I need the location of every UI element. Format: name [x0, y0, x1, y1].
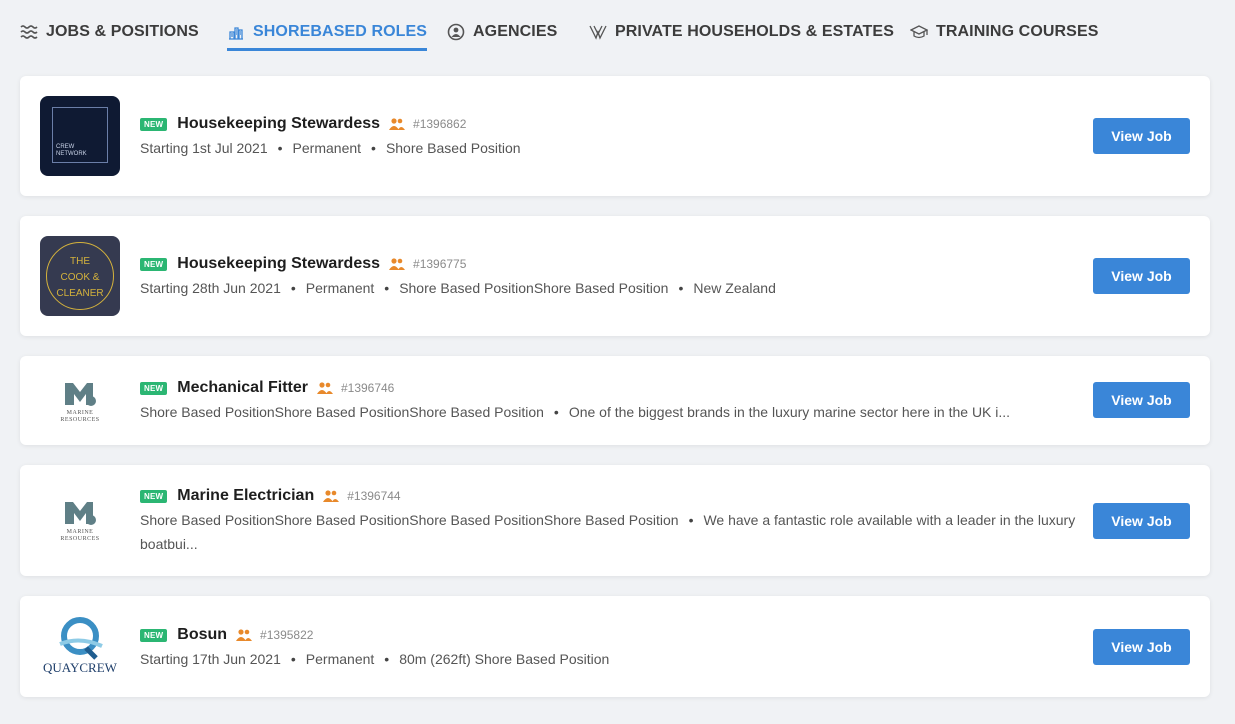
logo-text: COOK & — [60, 272, 100, 283]
logo-text: RESOURCES — [60, 536, 100, 542]
job-title[interactable]: Housekeeping Stewardess — [177, 255, 380, 273]
job-title[interactable]: Marine Electrician — [177, 487, 314, 505]
meta-start-date: Starting 17th Jun 2021 — [140, 651, 281, 667]
meta-contract-type: Permanent — [305, 280, 375, 296]
tab-shorebased-roles[interactable]: SHOREBASED ROLES — [227, 21, 428, 51]
new-badge: NEW — [140, 381, 168, 395]
job-info: NEW Mechanical Fitter #1396746 Shore Bas… — [140, 377, 1010, 424]
meta-position-type: Shore Based PositionShore Based Position… — [140, 512, 679, 528]
logo-text: NETWORK — [56, 151, 87, 157]
people-icon — [389, 118, 406, 130]
meta-contract-type: Permanent — [292, 140, 362, 156]
job-info: NEW Housekeeping Stewardess #1396862 Sta… — [140, 113, 521, 160]
meta-contract-type: Permanent — [305, 651, 375, 667]
company-logo-marine-resources: MARINE RESOURCES — [40, 480, 120, 560]
building-icon — [229, 27, 243, 40]
waves-icon — [20, 25, 38, 39]
job-card[interactable]: QUAYCREW NEW Bosun #1395822 Starting 17t… — [20, 596, 1210, 697]
tab-agencies[interactable]: AGENCIES — [447, 21, 557, 51]
job-meta: Starting 1st Jul 2021 • Permanent • Shore Ba… — [140, 140, 521, 156]
logo-text: CREW — [56, 144, 75, 150]
job-meta: Starting 17th Jun 2021 • Permanent • 80m (26… — [140, 651, 610, 667]
tab-label: TRAINING COURSES — [936, 23, 1099, 40]
job-info: NEW Marine Electrician #1396744 Shore Ba… — [140, 485, 1080, 556]
job-meta: Starting 28th Jun 2021 • Permanent • Shore B… — [140, 280, 776, 296]
meta-description: One of the biggest brands in the luxury … — [568, 404, 1011, 420]
graduation-cap-icon — [910, 25, 928, 39]
tab-private-households[interactable]: PRIVATE HOUSEHOLDS & ESTATES — [589, 21, 894, 51]
new-badge: NEW — [140, 257, 168, 271]
company-logo-cook-cleaner: THE COOK & CLEANER — [40, 236, 120, 316]
view-job-button[interactable]: View Job — [1093, 382, 1190, 418]
job-reference: #1395822 — [260, 628, 314, 642]
logo-text: THE — [70, 256, 90, 267]
new-badge: NEW — [140, 628, 168, 642]
job-reference: #1396746 — [340, 381, 395, 395]
job-info: NEW Housekeeping Stewardess #1396775 Sta… — [140, 253, 776, 300]
logo-text: MARINE — [66, 410, 94, 416]
company-logo-marine-resources: MARINE RESOURCES — [40, 361, 120, 441]
company-logo-crew-network: CREW NETWORK — [40, 96, 120, 176]
new-badge: NEW — [140, 489, 168, 503]
meta-position-type: 80m (262ft) Shore Based Position — [399, 651, 610, 667]
meta-location: New Zealand — [693, 280, 776, 296]
view-job-button[interactable]: View Job — [1093, 118, 1190, 154]
tab-label: SHOREBASED ROLES — [253, 23, 428, 40]
job-card[interactable]: MARINE RESOURCES NEW Marine Electrician … — [20, 465, 1210, 576]
people-icon — [316, 382, 333, 394]
people-icon — [323, 490, 340, 502]
view-job-button[interactable]: View Job — [1093, 629, 1190, 665]
job-reference: #1396744 — [347, 489, 401, 503]
tab-label: PRIVATE HOUSEHOLDS & ESTATES — [615, 23, 894, 40]
logo-text: QUAYCREW — [43, 660, 117, 675]
new-badge: NEW — [140, 117, 168, 131]
job-card[interactable]: CREW NETWORK NEW Housekeeping Stewardess… — [20, 76, 1210, 196]
job-title[interactable]: Mechanical Fitter — [177, 379, 308, 397]
logo-text: MARINE — [66, 529, 94, 535]
tab-jobs-positions[interactable]: JOBS & POSITIONS — [20, 21, 199, 51]
company-logo-quaycrew: QUAYCREW — [40, 606, 120, 686]
people-icon — [389, 258, 406, 270]
meta-start-date: Starting 1st Jul 2021 — [140, 140, 268, 156]
job-title[interactable]: Bosun — [177, 626, 227, 644]
meta-position-type: Shore Based PositionShore Based Position — [399, 280, 669, 296]
job-meta: Shore Based PositionShore Based Position… — [140, 404, 1011, 420]
job-card[interactable]: MARINE RESOURCES NEW Mechanical Fitter #… — [20, 356, 1210, 445]
tab-training-courses[interactable]: TRAINING COURSES — [910, 21, 1099, 51]
tab-label: JOBS & POSITIONS — [46, 23, 199, 40]
job-title[interactable]: Housekeeping Stewardess — [177, 115, 380, 133]
job-info: NEW Bosun #1395822 Starting 17th Jun 202… — [140, 624, 609, 671]
job-reference: #1396862 — [413, 117, 467, 131]
logo-text: CLEANER — [56, 288, 104, 299]
person-circle-icon — [447, 23, 465, 41]
job-meta: Shore Based PositionShore Based Position… — [140, 512, 1076, 552]
view-job-button[interactable]: View Job — [1093, 258, 1190, 294]
job-card[interactable]: THE COOK & CLEANER NEW Housekeeping Stew… — [20, 216, 1210, 336]
tab-label: AGENCIES — [473, 23, 558, 40]
category-tabs: JOBS & POSITIONS SHOREBASED ROLES AGENCI… — [0, 0, 1235, 60]
meta-position-type: Shore Based PositionShore Based Position… — [140, 404, 544, 420]
job-reference: #1396775 — [413, 257, 467, 271]
logo-text: RESOURCES — [60, 417, 100, 423]
meta-position-type: Shore Based Position — [385, 140, 521, 156]
meta-start-date: Starting 28th Jun 2021 — [140, 280, 281, 296]
estate-icon — [589, 25, 607, 40]
view-job-button[interactable]: View Job — [1093, 503, 1190, 539]
people-icon — [236, 629, 253, 641]
